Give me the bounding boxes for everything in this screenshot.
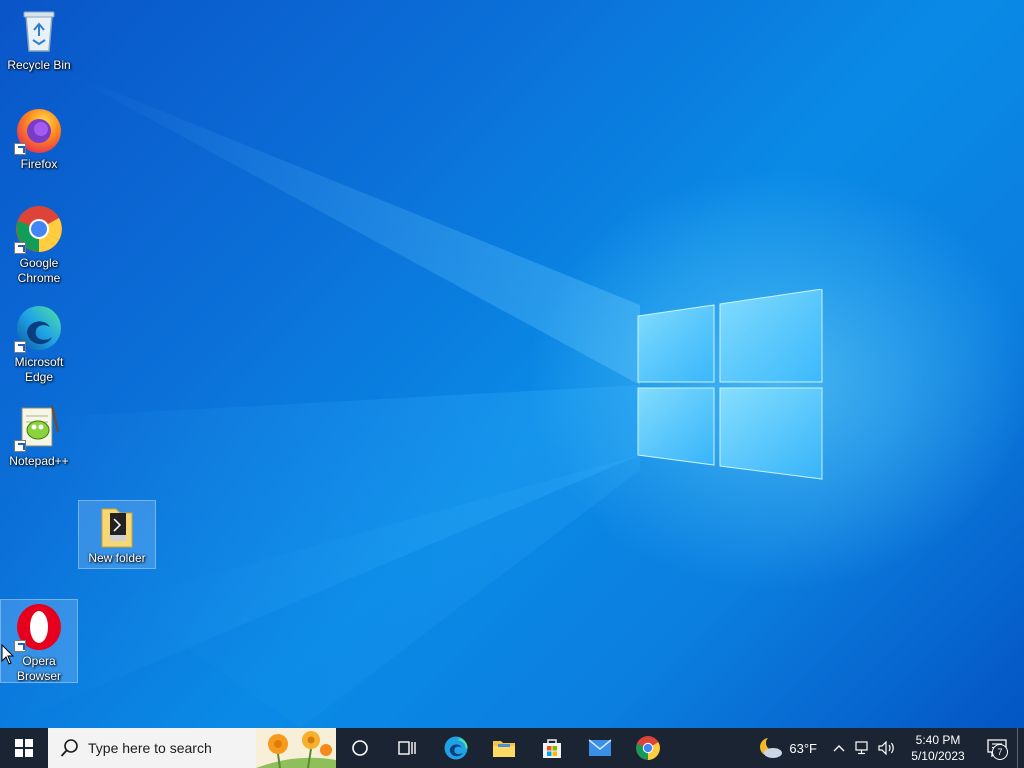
edge-icon — [444, 736, 468, 760]
weather-widget[interactable]: 63°F — [757, 736, 817, 760]
cortana-icon — [352, 740, 368, 756]
shortcut-arrow-icon — [14, 341, 26, 353]
shortcut-arrow-icon — [14, 640, 26, 652]
desktop-icon-label: Firefox — [20, 157, 58, 171]
folder-icon — [92, 505, 142, 549]
desktop-background[interactable]: Recycle Bin Firefox Google Chrome Micros… — [0, 0, 1024, 728]
chevron-up-icon — [833, 745, 845, 752]
weather-moon-cloud-icon — [760, 736, 783, 758]
taskbar-clock[interactable]: 5:40 PM 5/10/2023 — [899, 732, 977, 764]
volume-icon — [878, 741, 894, 755]
desktop-icon-label: New folder — [88, 551, 146, 565]
windows-start-icon — [15, 739, 33, 757]
recycle-bin-icon — [14, 6, 64, 56]
search-icon — [60, 739, 78, 757]
desktop-icon-chrome[interactable]: Google Chrome — [1, 204, 77, 286]
taskbar-mail-button[interactable] — [576, 728, 624, 768]
desktop-icon-firefox[interactable]: Firefox — [1, 105, 77, 172]
mail-icon — [588, 739, 612, 756]
weather-temperature: 63°F — [789, 740, 817, 756]
desktop-icon-label: Notepad++ — [9, 454, 69, 468]
firefox-icon — [14, 105, 64, 155]
notification-count-badge: 7 — [992, 744, 1008, 760]
desktop-icon-label: Microsoft Edge — [14, 355, 64, 384]
start-button[interactable] — [0, 728, 48, 768]
taskbar-search-box[interactable]: Type here to search — [48, 728, 336, 768]
taskbar: Type here to search 63°F 5:40 PM 5/10/20… — [0, 728, 1024, 768]
taskbar-edge-button[interactable] — [432, 728, 480, 768]
windows-logo — [637, 289, 823, 480]
opera-icon — [14, 602, 64, 652]
taskbar-microsoft-store-button[interactable] — [528, 728, 576, 768]
desktop-icon-notepadpp[interactable]: Notepad++ — [1, 402, 77, 469]
show-hidden-icons-button[interactable] — [827, 728, 851, 768]
search-placeholder: Type here to search — [88, 740, 212, 756]
clock-time: 5:40 PM — [915, 733, 961, 747]
taskbar-file-explorer-button[interactable] — [480, 728, 528, 768]
file-explorer-icon — [493, 741, 515, 757]
clock-date: 5/10/2023 — [911, 749, 965, 763]
desktop-icon-new-folder[interactable]: New folder — [78, 500, 156, 569]
task-view-button[interactable] — [384, 728, 432, 768]
chrome-icon — [14, 204, 64, 254]
taskbar-chrome-button[interactable] — [624, 728, 672, 768]
wallpaper-light-beams — [0, 70, 640, 728]
network-icon — [855, 741, 868, 755]
system-tray: 63°F 5:40 PM 5/10/2023 7 — [757, 728, 1024, 768]
search-highlight-flowers-icon — [256, 728, 336, 768]
shortcut-arrow-icon — [14, 440, 26, 452]
task-view-icon — [398, 741, 416, 755]
desktop-icon-recycle-bin[interactable]: Recycle Bin — [1, 6, 77, 73]
action-center-button[interactable]: 7 — [977, 728, 1017, 768]
chrome-icon — [636, 736, 660, 760]
cortana-button[interactable] — [336, 728, 384, 768]
show-desktop-button[interactable] — [1017, 728, 1024, 768]
notepadpp-icon — [14, 402, 64, 452]
mouse-cursor-icon — [1, 644, 15, 665]
desktop-icon-edge[interactable]: Microsoft Edge — [1, 303, 77, 385]
microsoft-store-icon — [543, 739, 561, 758]
desktop-icon-label: Recycle Bin — [7, 58, 71, 72]
desktop-icon-opera[interactable]: Opera Browser — [0, 599, 78, 683]
shortcut-arrow-icon — [14, 242, 26, 254]
edge-icon — [14, 303, 64, 353]
volume-button[interactable] — [875, 728, 899, 768]
shortcut-arrow-icon — [14, 143, 26, 155]
desktop-icon-label: Google Chrome — [17, 256, 61, 285]
network-button[interactable] — [851, 728, 875, 768]
